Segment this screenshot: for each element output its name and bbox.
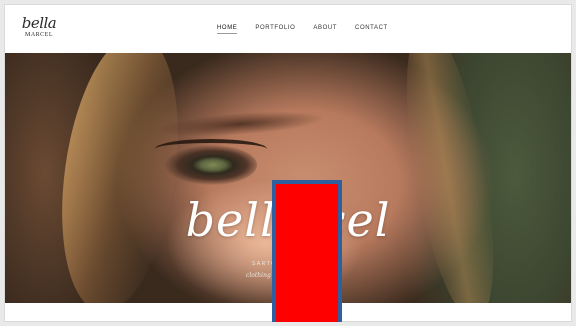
site-header: bella MARCEL HOME PORTFOLIO ABOUT CONTAC…: [5, 5, 571, 53]
nav-about[interactable]: ABOUT: [313, 25, 337, 34]
hero-photo-eyebrow: [154, 107, 326, 141]
nav-portfolio[interactable]: PORTFOLIO: [255, 25, 295, 34]
hero-tagline: clothing: [246, 272, 271, 279]
hero-photo-hair-left: [46, 53, 194, 303]
hero-photo-hair-right: [389, 53, 511, 303]
hero-photo-eye: [165, 145, 257, 185]
logo[interactable]: bella MARCEL: [19, 16, 59, 46]
nav-home[interactable]: HOME: [217, 25, 238, 34]
logo-script: bella: [21, 14, 57, 32]
redaction-box: [272, 180, 342, 322]
nav-contact[interactable]: CONTACT: [355, 25, 388, 34]
main-nav: HOME PORTFOLIO ABOUT CONTACT: [217, 25, 388, 34]
logo-subtext: MARCEL: [24, 32, 53, 38]
